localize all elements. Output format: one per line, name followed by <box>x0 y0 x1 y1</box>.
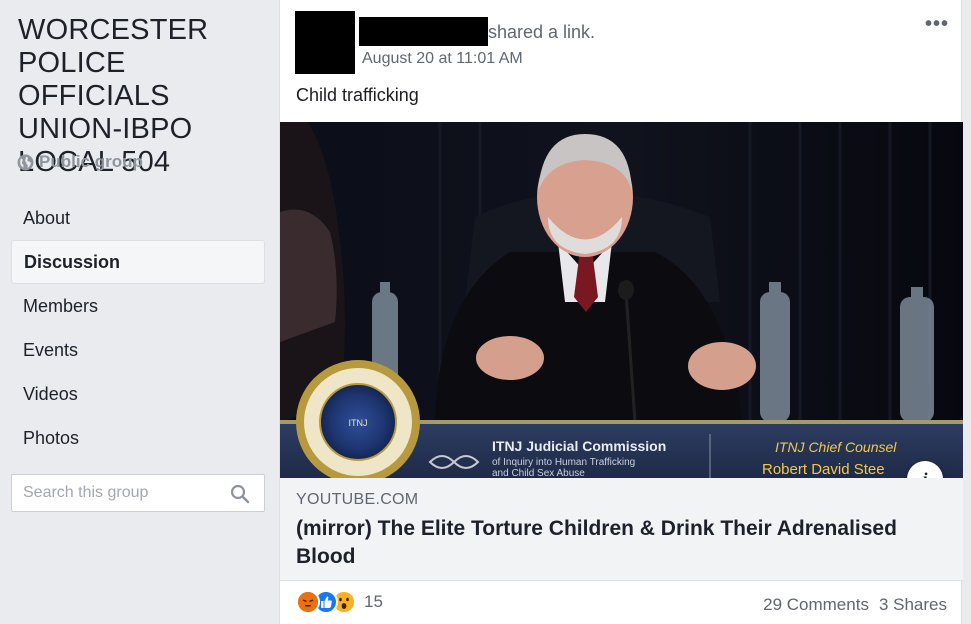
seal-label: ITNJ <box>349 418 368 428</box>
group-type-text: Public group <box>39 152 143 171</box>
post-timestamp[interactable]: August 20 at 11:01 AM <box>362 50 523 68</box>
banner-subtitle: of Inquiry into Human Trafficking <box>492 457 635 468</box>
banner-subtitle: and Child Sex Abuse <box>492 468 585 478</box>
reaction-summary[interactable]: 15 <box>296 590 383 614</box>
globe-icon <box>17 154 34 170</box>
nav-item-events[interactable]: Events <box>11 328 265 372</box>
nav-item-discussion[interactable]: Discussion <box>11 240 265 284</box>
nav-item-videos[interactable]: Videos <box>11 372 265 416</box>
nav-item-label: Members <box>23 295 99 316</box>
angry-reaction-icon <box>296 590 320 614</box>
group-nav: About Discussion Members Events Videos P… <box>11 196 265 460</box>
banner-title: ITNJ Judicial Commission <box>492 438 666 454</box>
post-card: shared a link. August 20 at 11:01 AM •••… <box>279 0 963 624</box>
nav-item-label: Photos <box>23 427 80 448</box>
shares-count-link[interactable]: 3 Shares <box>879 595 947 615</box>
link-preview-meta[interactable]: YOUTUBE.COM (mirror) The Elite Torture C… <box>280 478 963 581</box>
nav-item-label: Discussion <box>24 251 121 272</box>
search-input[interactable] <box>23 484 223 502</box>
speaker-role: ITNJ Chief Counsel <box>775 439 897 455</box>
more-options-button[interactable]: ••• <box>925 14 949 34</box>
video-thumbnail: ITNJ ITNJ Judicial Commission of Inquiry… <box>280 122 963 478</box>
search-icon[interactable] <box>230 484 250 504</box>
group-privacy-label: Public group <box>17 152 143 172</box>
link-domain: YOUTUBE.COM <box>296 491 419 508</box>
post-action-text: shared a link. <box>488 22 596 42</box>
group-search-box <box>11 474 265 512</box>
reaction-count: 15 <box>364 592 383 611</box>
speaker-name: Robert David Stee <box>762 461 885 478</box>
nav-item-label: About <box>23 207 71 228</box>
post-text: Child trafficking <box>296 85 419 105</box>
link-title[interactable]: (mirror) The Elite Torture Children & Dr… <box>296 515 946 571</box>
comments-count-link[interactable]: 29 Comments <box>763 595 869 615</box>
nav-item-about[interactable]: About <box>11 196 265 240</box>
nav-item-label: Events <box>23 339 79 360</box>
link-preview-image[interactable]: ITNJ ITNJ Judicial Commission of Inquiry… <box>280 122 963 478</box>
author-avatar-redacted[interactable] <box>295 11 355 74</box>
author-name-redacted[interactable] <box>359 17 488 46</box>
nav-item-members[interactable]: Members <box>11 284 265 328</box>
nav-item-label: Videos <box>23 383 78 404</box>
engagement-counts: 29 Comments 3 Shares <box>763 595 947 615</box>
group-sidebar: WORCESTER POLICE OFFICIALS UNION-IBPO LO… <box>0 0 278 624</box>
nav-item-photos[interactable]: Photos <box>11 416 265 460</box>
post-footer: 15 29 Comments 3 Shares <box>280 582 963 624</box>
